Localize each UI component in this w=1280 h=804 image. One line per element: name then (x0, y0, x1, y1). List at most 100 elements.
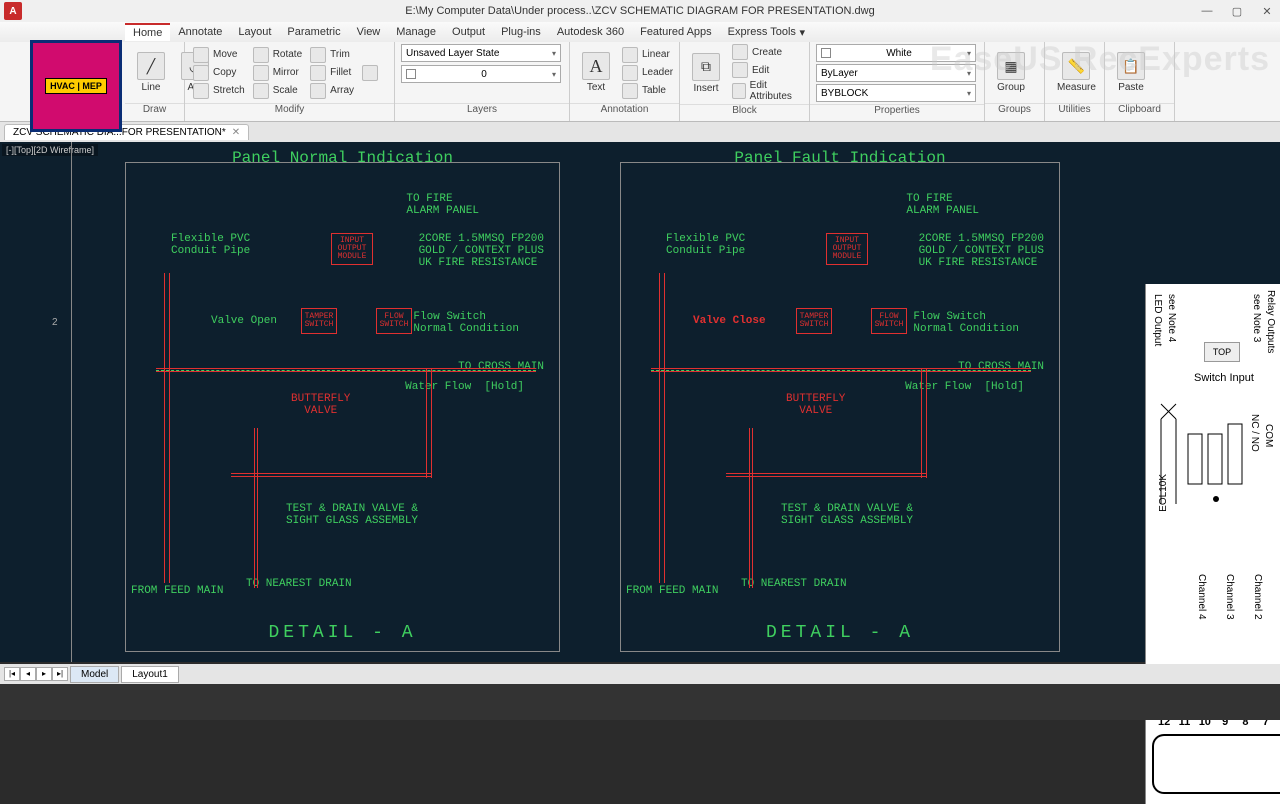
panel-draw-label: Draw (125, 103, 184, 121)
tamper-switch-box: TAMPER SWITCH (301, 308, 337, 334)
maximize-button[interactable]: ▢ (1226, 5, 1248, 18)
close-button[interactable]: ✕ (1256, 5, 1278, 18)
flow-switch-box-r: FLOW SWITCH (871, 308, 907, 334)
tab-output[interactable]: Output (444, 24, 493, 40)
lineweight-combo[interactable]: BYBLOCK (816, 84, 976, 102)
line-button[interactable]: ╱Line (131, 50, 171, 95)
tab-plugins[interactable]: Plug-ins (493, 24, 549, 40)
text-button[interactable]: AText (576, 50, 616, 95)
tab-nav-next-icon[interactable]: ▸ (36, 667, 52, 681)
tab-nav-last-icon[interactable]: ▸| (52, 667, 68, 681)
ribbon-overflow-icon[interactable]: ▾ (799, 26, 805, 39)
label-flex-pvc: Flexible PVC Conduit Pipe (171, 233, 250, 257)
flow-switch-box: FLOW SWITCH (376, 308, 412, 334)
app-icon[interactable]: A (4, 2, 22, 20)
label-cable-spec-r: 2CORE 1.5MMSQ FP200 GOLD / CONTEXT PLUS … (919, 233, 1044, 269)
eol-label: EOL10K (1158, 474, 1169, 512)
channel4-label: Channel 4 (1196, 574, 1207, 620)
panel-clipboard-label: Clipboard (1105, 103, 1174, 121)
tab-view[interactable]: View (349, 24, 389, 40)
panel-groups-label: Groups (985, 103, 1044, 121)
io-module-box-r: INPUT OUTPUT MODULE (826, 233, 868, 265)
stretch-button[interactable]: Stretch (191, 83, 247, 99)
mirror-button[interactable]: Mirror (251, 65, 304, 81)
brand-logo: HVAC | MEP (30, 40, 122, 132)
copy-button[interactable]: Copy (191, 65, 247, 81)
schematic-normal: Panel Normal Indication Flexible PVC Con… (125, 162, 560, 652)
tab-annotate[interactable]: Annotate (170, 24, 230, 40)
array-button[interactable]: Array (308, 83, 356, 99)
create-block-button[interactable]: Create (730, 44, 803, 60)
panel-modify-label: Modify (185, 103, 394, 121)
label-nearest-drain-r: TO NEAREST DRAIN (741, 578, 847, 590)
tab-parametric[interactable]: Parametric (279, 24, 348, 40)
tab-manage[interactable]: Manage (388, 24, 444, 40)
panel-annotation-label: Annotation (570, 103, 679, 121)
linear-dim-button[interactable]: Linear (620, 47, 675, 63)
title-normal: Panel Normal Indication (232, 149, 453, 167)
label-water-flow: Water Flow [Hold] (405, 381, 524, 393)
tab-autodesk360[interactable]: Autodesk 360 (549, 24, 632, 40)
label-fire-panel-r: TO FIRE ALARM PANEL (906, 193, 979, 217)
layer-current-combo[interactable]: 0 (401, 65, 561, 83)
tab-express[interactable]: Express Tools (720, 24, 804, 40)
label-valve-close: Valve Close (693, 315, 766, 327)
minimize-button[interactable]: — (1196, 5, 1218, 18)
model-tab[interactable]: Model (70, 666, 119, 683)
tab-featured[interactable]: Featured Apps (632, 24, 720, 40)
tab-layout[interactable]: Layout (230, 24, 279, 40)
connector-housing (1152, 734, 1280, 794)
label-flow-switch: Flow Switch Normal Condition (413, 311, 519, 335)
schematic-fault: Panel Fault Indication Flexible PVC Cond… (620, 162, 1060, 652)
scale-button[interactable]: Scale (251, 83, 304, 99)
leader-button[interactable]: Leader (620, 65, 675, 81)
close-doc-icon[interactable]: ✕ (232, 127, 240, 138)
label-valve-open: Valve Open (211, 315, 277, 327)
detail-label-left: DETAIL - A (268, 623, 416, 643)
status-bar (0, 684, 1280, 720)
fillet-button[interactable]: Fillet (308, 65, 356, 81)
title-fault: Panel Fault Indication (734, 149, 945, 167)
brand-logo-text: HVAC | MEP (45, 78, 107, 94)
label-flow-switch-r: Flow Switch Normal Condition (913, 311, 1019, 335)
label-fire-panel: TO FIRE ALARM PANEL (406, 193, 479, 217)
rotate-button[interactable]: Rotate (251, 47, 304, 63)
label-butterfly-r: BUTTERFLY VALVE (786, 393, 845, 417)
trim-button[interactable]: Trim (308, 47, 356, 63)
watermark: EaseUS RecExperts (930, 40, 1270, 79)
insert-button[interactable]: ⧉Insert (686, 51, 726, 96)
edit-block-button[interactable]: Edit (730, 62, 803, 78)
ribbon-tabs: Home Annotate Layout Parametric View Man… (0, 22, 1280, 42)
window-title: E:\My Computer Data\Under process..\ZCV … (405, 5, 874, 17)
tab-nav-prev-icon[interactable]: ◂ (20, 667, 36, 681)
title-bar: A E:\My Computer Data\Under process..\ZC… (0, 0, 1280, 22)
ncno-label: NC / NO (1249, 414, 1260, 452)
tamper-switch-box-r: TAMPER SWITCH (796, 308, 832, 334)
layout1-tab[interactable]: Layout1 (121, 666, 179, 683)
move-button[interactable]: Move (191, 47, 247, 63)
label-flex-pvc-r: Flexible PVC Conduit Pipe (666, 233, 745, 257)
panel-properties-label: Properties (810, 104, 984, 121)
ruler-mark: 2 (52, 317, 58, 328)
panel-utilities-label: Utilities (1045, 103, 1104, 121)
com-label: COM (1263, 424, 1274, 447)
layout-tabs: |◂ ◂ ▸ ▸| Model Layout1 (0, 664, 1280, 684)
channel2-label: Channel 2 (1252, 574, 1263, 620)
panel-layers-label: Layers (395, 103, 569, 121)
document-tabs: ZCV SCHEMATIC DIA...FOR PRESENTATION* ✕ (0, 122, 1280, 142)
panel-block-label: Block (680, 104, 809, 121)
label-cable-spec: 2CORE 1.5MMSQ FP200 GOLD / CONTEXT PLUS … (419, 233, 544, 269)
tab-home[interactable]: Home (125, 23, 170, 41)
label-test-drain: TEST & DRAIN VALVE & SIGHT GLASS ASSEMBL… (286, 503, 418, 527)
label-butterfly: BUTTERFLY VALVE (291, 393, 350, 417)
drawing-canvas[interactable]: [-][Top][2D Wireframe] 2 Panel Normal In… (0, 142, 1280, 662)
label-nearest-drain: TO NEAREST DRAIN (246, 578, 352, 590)
label-feed-main: FROM FEED MAIN (131, 585, 223, 597)
modify-extra-icon[interactable] (362, 65, 378, 81)
side-palette[interactable]: TOP LED Output see Note 4 Switch Input R… (1145, 284, 1280, 804)
channel3-label: Channel 3 (1224, 574, 1235, 620)
edit-attributes-button[interactable]: Edit Attributes (730, 80, 803, 102)
layer-state-combo[interactable]: Unsaved Layer State (401, 44, 561, 62)
table-button[interactable]: Table (620, 83, 675, 99)
tab-nav-first-icon[interactable]: |◂ (4, 667, 20, 681)
